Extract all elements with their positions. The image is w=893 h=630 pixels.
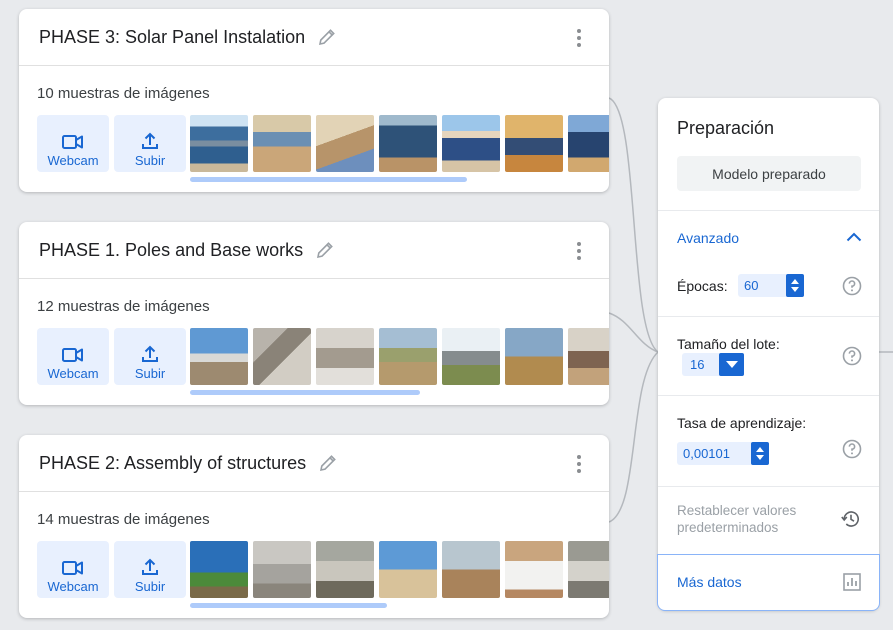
class-card: PHASE 3: Solar Panel Instalation 10 mues… (19, 9, 609, 192)
videocam-icon (62, 560, 84, 576)
sample-thumbnails (190, 328, 609, 385)
sample-thumbnail[interactable] (442, 115, 500, 172)
upload-button[interactable]: Subir (114, 328, 186, 385)
sample-thumbnail[interactable] (253, 115, 311, 172)
sample-thumbnail[interactable] (379, 115, 437, 172)
pencil-icon[interactable] (318, 453, 338, 473)
train-model-button[interactable]: Modelo preparado (677, 156, 861, 191)
advanced-label: Avanzado (677, 230, 740, 246)
divider (658, 316, 879, 317)
sample-thumbnails (190, 541, 609, 598)
more-vert-icon[interactable] (571, 29, 587, 47)
help-icon[interactable] (842, 276, 862, 296)
sample-thumbnail[interactable] (505, 541, 563, 598)
sample-count: 12 muestras de imágenes (37, 298, 210, 315)
pencil-icon[interactable] (315, 240, 335, 260)
learning-rate-label: Tasa de aprendizaje: (677, 415, 807, 431)
sample-thumbnails (190, 115, 609, 172)
more-data-button[interactable]: Más datos (657, 554, 880, 611)
sample-thumbnail[interactable] (190, 541, 248, 598)
class-name[interactable]: PHASE 1. Poles and Base works (39, 240, 303, 261)
advanced-toggle[interactable]: Avanzado (658, 211, 879, 261)
videocam-icon (62, 134, 84, 150)
sample-thumbnail[interactable] (442, 541, 500, 598)
epochs-label: Épocas: (677, 278, 728, 294)
webcam-button[interactable]: Webcam (37, 115, 109, 172)
learning-rate-stepper[interactable] (751, 442, 769, 465)
more-vert-icon[interactable] (571, 242, 587, 260)
batch-size-value: 16 (690, 357, 705, 372)
webcam-label: Webcam (47, 579, 99, 594)
sample-thumbnail[interactable] (379, 328, 437, 385)
help-icon[interactable] (842, 439, 862, 459)
sample-thumbnail[interactable] (253, 541, 311, 598)
upload-icon (141, 132, 159, 150)
batch-size-dropdown[interactable]: 16 (682, 353, 744, 376)
upload-button[interactable]: Subir (114, 115, 186, 172)
sample-thumbnail[interactable] (505, 328, 563, 385)
webcam-label: Webcam (47, 366, 99, 381)
class-name[interactable]: PHASE 3: Solar Panel Instalation (39, 27, 305, 48)
sample-thumbnail[interactable] (316, 115, 374, 172)
webcam-button[interactable]: Webcam (37, 541, 109, 598)
upload-label: Subir (134, 579, 166, 594)
sample-thumbnail[interactable] (316, 328, 374, 385)
epochs-input[interactable]: 60 (738, 274, 804, 297)
training-title: Preparación (677, 118, 775, 138)
upload-icon (141, 558, 159, 576)
learning-rate-input[interactable]: 0,00101 (677, 442, 769, 465)
thumbnail-scrollbar[interactable] (190, 177, 467, 182)
sample-thumbnail[interactable] (442, 328, 500, 385)
learning-rate-value: 0,00101 (683, 446, 730, 461)
class-name[interactable]: PHASE 2: Assembly of structures (39, 453, 306, 474)
reset-defaults-label: Restablecer valores predeterminados (677, 503, 797, 535)
class-card-header: PHASE 3: Solar Panel Instalation (19, 9, 609, 66)
thumbnail-scrollbar[interactable] (190, 603, 387, 608)
class-card-header: PHASE 1. Poles and Base works (19, 222, 609, 279)
class-card: PHASE 2: Assembly of structures 14 muest… (19, 435, 609, 618)
more-vert-icon[interactable] (571, 455, 587, 473)
webcam-button[interactable]: Webcam (37, 328, 109, 385)
sample-thumbnail[interactable] (505, 115, 563, 172)
history-icon (841, 509, 861, 534)
more-data-label: Más datos (677, 574, 742, 590)
sample-thumbnail[interactable] (568, 328, 609, 385)
sample-thumbnail[interactable] (379, 541, 437, 598)
upload-label: Subir (134, 366, 166, 381)
sample-thumbnail[interactable] (316, 541, 374, 598)
training-panel: Preparación Modelo preparado Avanzado Ép… (657, 98, 880, 611)
sample-count: 14 muestras de imágenes (37, 511, 210, 528)
bar-chart-icon (843, 573, 861, 596)
reset-defaults-button[interactable]: Restablecer valores predeterminados (658, 486, 879, 548)
sample-thumbnail[interactable] (568, 541, 609, 598)
batch-size-label: Tamaño del lote: (677, 336, 780, 352)
sample-count: 10 muestras de imágenes (37, 85, 210, 102)
thumbnail-scrollbar[interactable] (190, 390, 420, 395)
chevron-up-icon (846, 229, 862, 247)
help-icon[interactable] (842, 346, 862, 366)
sample-thumbnail[interactable] (190, 115, 248, 172)
sample-thumbnail[interactable] (190, 328, 248, 385)
upload-label: Subir (134, 153, 166, 168)
upload-button[interactable]: Subir (114, 541, 186, 598)
sample-thumbnail[interactable] (568, 115, 609, 172)
epochs-value: 60 (744, 278, 759, 293)
upload-icon (141, 345, 159, 363)
class-card-header: PHASE 2: Assembly of structures (19, 435, 609, 492)
dropdown-arrow-icon (719, 353, 744, 376)
epochs-stepper[interactable] (786, 274, 804, 297)
pencil-icon[interactable] (317, 27, 337, 47)
sample-thumbnail[interactable] (253, 328, 311, 385)
divider (658, 395, 879, 396)
class-card: PHASE 1. Poles and Base works 12 muestra… (19, 222, 609, 405)
videocam-icon (62, 347, 84, 363)
webcam-label: Webcam (47, 153, 99, 168)
